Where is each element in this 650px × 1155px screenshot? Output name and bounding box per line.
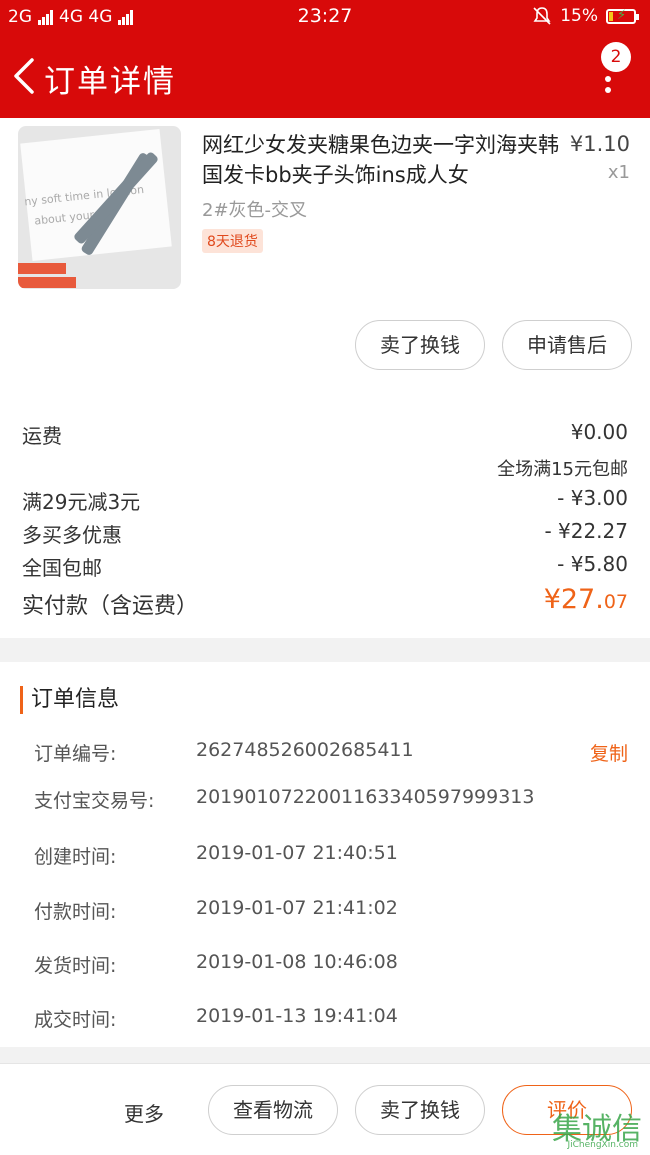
- discount-label: 满29元减3元: [22, 490, 141, 514]
- product-price: ¥1.10: [569, 132, 630, 156]
- info-label: 创建时间:: [34, 846, 117, 868]
- info-label: 成交时间:: [34, 1009, 117, 1031]
- paid-amount-minor: 07: [603, 591, 628, 613]
- paid-amount-major: ¥27.: [543, 584, 604, 615]
- notification-badge[interactable]: 2: [601, 42, 631, 72]
- resell-button-bottom[interactable]: 卖了换钱: [355, 1085, 485, 1135]
- back-arrow-icon[interactable]: [10, 56, 40, 96]
- product-image[interactable]: ny soft time in london about yours?: [18, 126, 181, 289]
- discount-row: 满29元减3元 - ¥3.00: [22, 486, 628, 516]
- info-row-completed: 成交时间: 2019-01-13 19:41:04: [34, 1005, 628, 1035]
- header: 订单详情 2: [0, 40, 650, 112]
- discount-label: 多买多优惠: [22, 523, 122, 547]
- shipping-value: ¥0.00: [570, 420, 628, 444]
- info-value: 2019-01-07 21:40:51: [196, 842, 398, 864]
- discount-value: - ¥3.00: [557, 486, 628, 510]
- battery-icon: ⚡: [606, 8, 639, 24]
- shipping-label: 运费: [22, 424, 62, 448]
- info-label: 发货时间:: [34, 955, 117, 977]
- watermark-url: JiChengXin.com: [567, 1140, 638, 1150]
- watermark-logo: 集诚信 JiChengXin.com: [552, 1104, 642, 1150]
- page-title: 订单详情: [44, 64, 176, 100]
- image-tag: [18, 277, 76, 288]
- discount-value: - ¥22.27: [544, 519, 628, 543]
- info-value: 262748526002685411: [196, 739, 414, 761]
- info-value: 2019-01-13 19:41:04: [196, 1005, 398, 1027]
- product-quantity: x1: [607, 162, 630, 183]
- resell-button[interactable]: 卖了换钱: [355, 320, 485, 370]
- status-bar: 2G 4G 4G 23:27 15% ⚡: [0, 0, 650, 34]
- more-button[interactable]: 更多: [124, 1098, 164, 1127]
- discount-label: 全国包邮: [22, 556, 102, 580]
- discount-value: - ¥5.80: [557, 552, 628, 576]
- return-policy-badge: 8天退货: [202, 229, 263, 253]
- image-tag: [18, 263, 66, 274]
- copy-button[interactable]: 复制: [590, 739, 628, 766]
- view-logistics-button[interactable]: 查看物流: [208, 1085, 338, 1135]
- product-variant: 2#灰色-交叉: [202, 200, 308, 221]
- discount-row: 全国包邮 - ¥5.80: [22, 552, 628, 582]
- top-bar: 2G 4G 4G 23:27 15% ⚡ 订单详情 2: [0, 0, 650, 118]
- paid-amount: ¥27.07: [544, 584, 628, 615]
- info-row-alipay-number: 支付宝交易号: 2019010722001163340597999313: [34, 786, 628, 816]
- info-row-order-number: 订单编号: 262748526002685411 复制: [34, 739, 628, 769]
- bell-muted-icon: [533, 7, 551, 25]
- info-value: 2019-01-07 21:41:02: [196, 897, 398, 919]
- info-value: 2019-01-08 10:46:08: [196, 951, 398, 973]
- paid-label: 实付款（含运费）: [22, 594, 199, 619]
- product-name[interactable]: 网红少女发夹糖果色边夹一字刘海夹韩国发卡bb夹子头饰ins成人女: [202, 130, 562, 190]
- shipping-row: 运费 ¥0.00: [22, 420, 628, 450]
- info-value: 2019010722001163340597999313: [196, 786, 535, 808]
- info-label: 支付宝交易号:: [34, 790, 155, 812]
- shipping-note: 全场满15元包邮: [497, 459, 628, 480]
- more-options-icon[interactable]: [601, 70, 615, 96]
- discount-row: 多买多优惠 - ¥22.27: [22, 519, 628, 549]
- info-row-created: 创建时间: 2019-01-07 21:40:51: [34, 842, 628, 872]
- order-item-card: ny soft time in london about yours? 网红少女…: [0, 118, 650, 638]
- status-right: 15% ⚡: [532, 6, 639, 26]
- after-sale-button[interactable]: 申请售后: [502, 320, 632, 370]
- info-row-paid: 付款时间: 2019-01-07 21:41:02: [34, 897, 628, 927]
- info-label: 付款时间:: [34, 901, 117, 923]
- battery-percent: 15%: [560, 6, 598, 26]
- info-row-shipped: 发货时间: 2019-01-08 10:46:08: [34, 951, 628, 981]
- info-label: 订单编号:: [34, 743, 117, 765]
- order-info-section: 订单信息 订单编号: 262748526002685411 复制 支付宝交易号:…: [0, 662, 650, 1047]
- section-title: 订单信息: [20, 686, 119, 714]
- bottom-action-bar: 更多 查看物流 卖了换钱 评价 集诚信 JiChengXin.com: [0, 1063, 650, 1155]
